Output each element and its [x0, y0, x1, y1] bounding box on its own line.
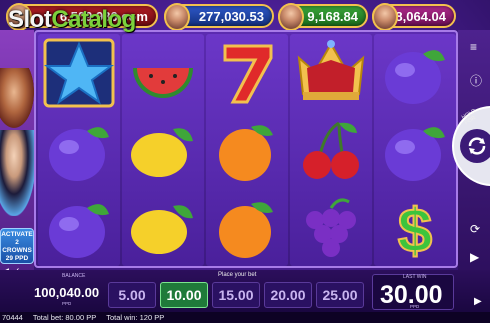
lemon-icon	[131, 204, 193, 254]
spin-arrows-icon	[460, 129, 490, 163]
svg-text:$: $	[398, 197, 432, 262]
balance-value: 100,040.00	[34, 285, 100, 300]
watermark-part1: Slot	[8, 6, 52, 33]
symbol-blue-star	[38, 34, 120, 111]
plum-icon	[49, 203, 109, 258]
bet-option-button[interactable]: 5.00	[108, 282, 156, 308]
activate-line: CROWNS	[2, 247, 32, 254]
round-id: 70444	[2, 313, 23, 322]
bet-label: Place your bet	[218, 272, 257, 278]
symbol-seven	[206, 34, 288, 111]
total-bet: Total bet: 80.00 PP	[32, 313, 97, 322]
jackpot-portrait-icon	[164, 3, 190, 31]
total-win: Total win: 120 PP	[106, 313, 165, 322]
symbol-plum	[374, 111, 456, 188]
symbol-plum	[38, 111, 120, 188]
jackpot-value: 277,030.53	[198, 8, 264, 24]
jackpot-portrait-icon	[372, 3, 398, 31]
character-portrait-dark-hair	[0, 130, 36, 216]
balance-label: BALANCE	[62, 273, 86, 279]
jackpot-portrait-icon	[278, 3, 304, 31]
dollar-icon: $	[397, 196, 433, 262]
symbol-orange	[206, 111, 288, 188]
game-stage: 6,509,986.com 277,030.53 9,168.84 8,064.…	[0, 0, 490, 323]
symbol-plum	[374, 34, 456, 111]
last-win-label: LAST WIN	[403, 274, 427, 280]
reel-4	[290, 34, 372, 266]
activate-line: 2	[15, 239, 19, 246]
bet-option-button[interactable]: 15.00	[212, 282, 260, 308]
symbol-dollar: $	[374, 188, 456, 265]
balance-currency: PPD	[62, 301, 72, 306]
cherry-icon	[303, 121, 359, 179]
symbol-crown	[290, 34, 372, 111]
character-portrait-redhead	[0, 68, 34, 128]
last-win-currency: PPD	[410, 304, 420, 309]
jackpot-green: 9,168.84	[278, 3, 368, 31]
activate-line: 29 PPD	[5, 255, 29, 262]
orange-icon	[219, 124, 273, 181]
turbo-icon[interactable]: ▶	[470, 250, 479, 264]
reel-area: $	[34, 30, 458, 268]
bet-option-button[interactable]: 20.00	[264, 282, 312, 308]
watermark-title: SlotCatalog	[8, 6, 136, 34]
symbol-lemon	[122, 188, 204, 265]
play-icon[interactable]: ▶	[474, 296, 482, 307]
reel-1	[38, 34, 120, 266]
activate-line: ACTIVATE	[1, 231, 33, 238]
crown-icon	[297, 39, 365, 100]
symbol-plum	[38, 188, 120, 265]
orange-icon	[219, 201, 273, 258]
symbol-cherry	[290, 111, 372, 188]
symbol-orange	[206, 188, 288, 265]
lemon-icon	[131, 127, 193, 177]
autoplay-icon[interactable]: ⟳	[470, 222, 480, 236]
jackpot-value: 8,064.04	[395, 8, 446, 24]
plum-icon	[385, 126, 445, 181]
jackpot-blue: 277,030.53	[164, 3, 274, 31]
activate-crowns-button[interactable]: ACTIVATE 2 CROWNS 29 PPD	[0, 228, 34, 264]
bet-option-button[interactable]: 25.00	[316, 282, 364, 308]
symbol-watermelon	[122, 34, 204, 111]
seven-icon	[223, 44, 273, 103]
status-footer: 70444 Total bet: 80.00 PP Total win: 120…	[0, 312, 490, 323]
watermark-part2: Catalog	[51, 6, 136, 33]
info-icon[interactable]: ⓘ	[470, 72, 482, 89]
jackpot-pink: 8,064.04	[372, 3, 456, 31]
symbol-lemon	[122, 111, 204, 188]
symbol-grapes	[290, 188, 372, 265]
blue-star-icon	[43, 38, 115, 107]
bet-option-button-selected[interactable]: 10.00	[160, 282, 208, 308]
plum-icon	[49, 126, 109, 181]
watermelon-icon	[133, 67, 193, 98]
grapes-icon	[306, 198, 356, 257]
reel-5: $	[374, 34, 456, 266]
reel-3	[206, 34, 288, 266]
reel-2	[122, 34, 204, 266]
plum-icon	[385, 49, 445, 104]
jackpot-value: 9,168.84	[307, 8, 358, 24]
menu-icon[interactable]: ≡	[470, 40, 477, 54]
